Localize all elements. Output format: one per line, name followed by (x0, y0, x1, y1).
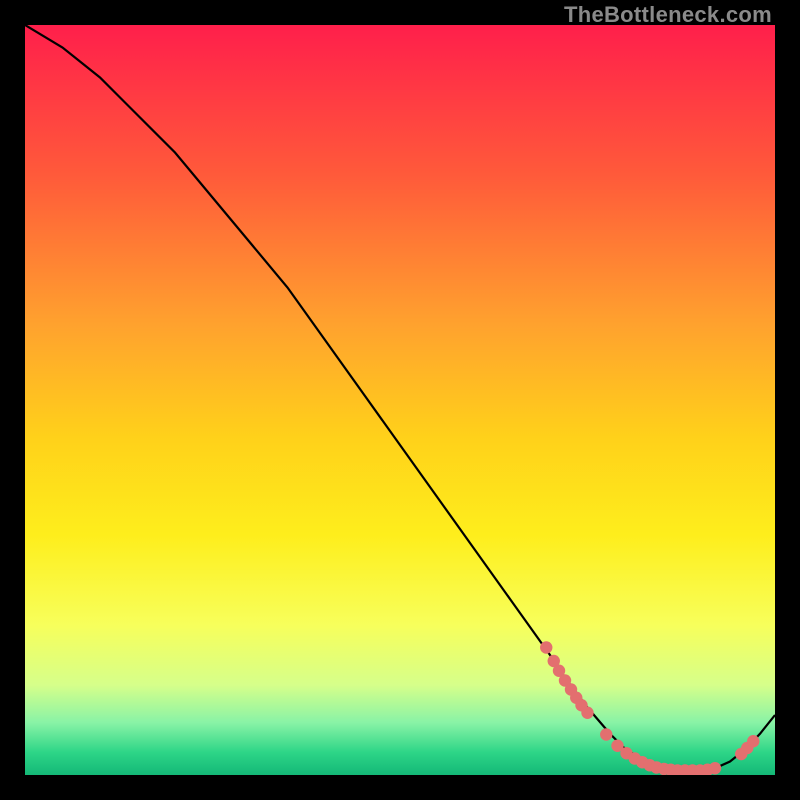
data-marker (540, 641, 552, 653)
stage: TheBottleneck.com (0, 0, 800, 800)
data-marker (600, 728, 612, 740)
data-marker (581, 707, 593, 719)
gradient-background (25, 25, 775, 775)
chart-area (25, 25, 775, 775)
chart-svg (25, 25, 775, 775)
data-marker (747, 735, 759, 747)
data-marker (709, 762, 721, 774)
